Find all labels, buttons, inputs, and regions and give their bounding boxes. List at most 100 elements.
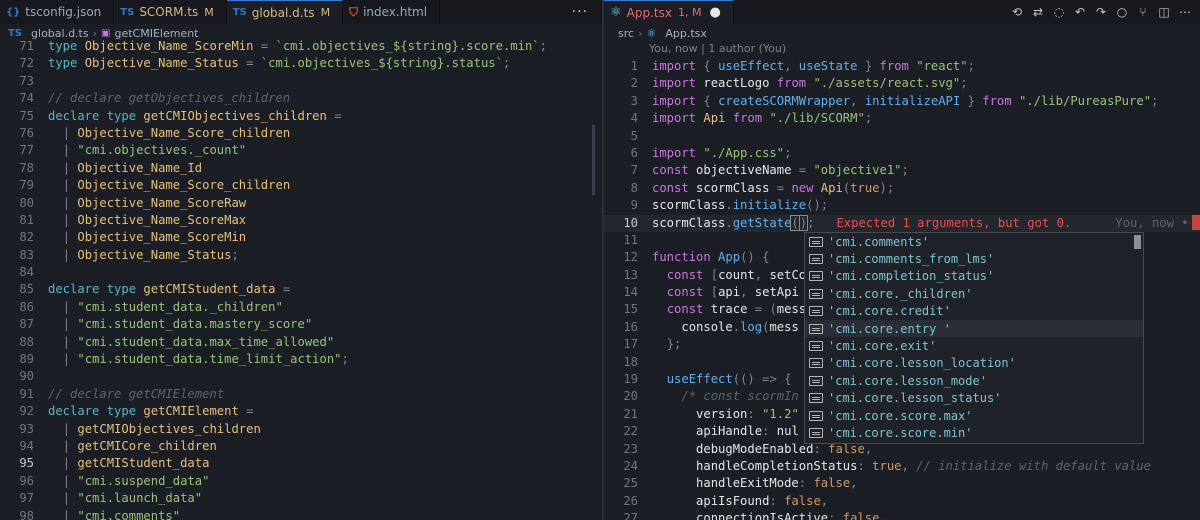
suggestion-item[interactable]: 'cmi.core.lesson_mode' [805, 372, 1143, 389]
code-line[interactable]: 10 scormClass.getState(); Expected 1 argum… [604, 214, 1200, 232]
breadcrumb-file[interactable]: App.tsx [665, 27, 707, 40]
code-line[interactable]: 76 | Objective_Name_Score_children [0, 125, 602, 142]
tab-scorm-ts[interactable]: TS SCORM.ts M [114, 0, 227, 24]
code-line[interactable]: 71 type Objective_Name_ScoreMin = `cmi.ob… [0, 38, 602, 55]
code-line[interactable]: 86 | "cmi.student_data._children" [0, 299, 602, 316]
ts-config-icon: {} [6, 6, 21, 18]
suggestion-label: 'cmi.core.credit' [828, 304, 951, 319]
code-line[interactable]: 83 | Objective_Name_Status; [0, 247, 602, 264]
more-actions-icon[interactable]: ··· [558, 0, 602, 24]
split-editor-icon[interactable]: ◫ [1157, 5, 1171, 19]
code-line[interactable]: 96 | "cmi.suspend_data" [0, 473, 602, 490]
code-line[interactable]: 25 handleExitMode: false, [604, 475, 1200, 492]
code-line[interactable]: 8 const scormClass = new Api(true); [604, 180, 1200, 197]
code-line[interactable]: 92 declare type getCMIElement = [0, 403, 602, 420]
code-line[interactable]: 82 | Objective_Name_ScoreMin [0, 229, 602, 246]
suggestion-item[interactable]: 'cmi.core.lesson_status' [805, 390, 1143, 407]
code-line[interactable]: 79 | Objective_Name_Score_children [0, 177, 602, 194]
code-line[interactable]: 97 | "cmi.launch_data" [0, 490, 602, 507]
go-forward-icon[interactable]: ↷ [1094, 5, 1108, 19]
line-text: declare type getCMIObjectives_children = [48, 108, 342, 123]
code-line[interactable]: 75 declare type getCMIObjectives_children… [0, 108, 602, 125]
suggestion-item[interactable]: 'cmi.core.exit' [805, 337, 1143, 354]
circle-icon[interactable]: ○ [1115, 5, 1129, 19]
unsaved-dot-icon[interactable]: ● [709, 5, 720, 20]
code-line[interactable]: 91 // declare getCMIElement [0, 386, 602, 403]
more-icon[interactable]: ⋯ [1178, 5, 1192, 19]
code-line[interactable]: 93 | getCMIObjectives_children [0, 421, 602, 438]
suggestion-item[interactable]: 'cmi.comments_from_lms' [805, 250, 1143, 267]
suggestion-item[interactable]: 'cmi.core.score.min' [805, 424, 1143, 441]
code-line[interactable]: 1 import { useEffect, useState } from "re… [604, 58, 1200, 75]
git-compare-icon[interactable]: ⇄ [1031, 5, 1045, 19]
code-line[interactable]: 78 | Objective_Name_Id [0, 160, 602, 177]
code-line[interactable]: 84 [0, 264, 602, 281]
code-line[interactable]: 74 // declare getObjectives_children [0, 90, 602, 107]
scrollbar[interactable] [592, 125, 595, 195]
code-line[interactable]: 5 [604, 128, 1200, 145]
codelens-author[interactable]: You, now | 1 author (You) [649, 42, 786, 55]
code-line[interactable]: 87 | "cmi.student_data.mastery_score" [0, 316, 602, 333]
line-text: | Objective_Name_Score_children [62, 125, 291, 140]
tab-tsconfig-json[interactable]: {} tsconfig.json [0, 0, 115, 24]
line-number: 98 [19, 508, 34, 520]
line-number: 90 [19, 369, 34, 384]
suggestion-item[interactable]: 'cmi.comments' [805, 233, 1143, 250]
code-line[interactable]: 85 declare type getCMIStudent_data = [0, 281, 602, 298]
line-number: 71 [19, 39, 34, 53]
git-blame-annotation: You, now • Un [1115, 215, 1200, 230]
left-editor-pane[interactable]: {} tsconfig.json TS SCORM.ts M TS global.d.ts M… [0, 0, 602, 520]
code-line[interactable]: 72 type Objective_Name_Status = `cmi.obje… [0, 55, 602, 72]
line-number: 4 [630, 111, 638, 126]
line-number: 8 [630, 180, 638, 195]
code-editor[interactable]: 71 type Objective_Name_ScoreMin = `cmi.ob… [0, 38, 602, 520]
code-line[interactable]: 3 import { createSCORMWrapper, initialize… [604, 93, 1200, 110]
enum-member-icon [809, 427, 823, 438]
suggestion-item[interactable]: 'cmi.core.credit' [805, 303, 1143, 320]
suggestion-item[interactable]: 'cmi.core.score.max' [805, 407, 1143, 424]
suggestion-item[interactable]: 'cmi.core.entry ' [805, 319, 1143, 338]
code-line[interactable]: 9 scormClass.initialize(); [604, 197, 1200, 214]
go-back-icon[interactable]: ↶ [1073, 5, 1087, 19]
symbol-icon: ▣ [101, 27, 111, 39]
react-icon: ⚛ [646, 26, 657, 40]
enum-member-icon [809, 306, 823, 317]
code-line[interactable]: 4 import Api from "./lib/SCORM"; [604, 110, 1200, 127]
line-text: import reactLogo from "./assets/react.sv… [652, 76, 968, 91]
suggestion-item[interactable]: 'cmi.core._children' [805, 285, 1143, 302]
suggestion-label: 'cmi.core._children' [828, 286, 973, 301]
suggestion-scrollbar[interactable] [1134, 235, 1141, 249]
tab-app-tsx[interactable]: ⚛ App.tsx 1, M ● [604, 0, 734, 24]
code-line[interactable]: 77 | "cmi.objectives._count" [0, 142, 602, 159]
code-line[interactable]: 98 | "cmi.comments" [0, 508, 602, 520]
code-line[interactable]: 2 import reactLogo from "./assets/react.s… [604, 75, 1200, 92]
code-line[interactable]: 81 | Objective_Name_ScoreMax [0, 212, 602, 229]
tab-index-html[interactable]: ⛉ index.html [343, 0, 441, 24]
code-line[interactable]: 6 import "./App.css"; [604, 145, 1200, 162]
code-line[interactable]: 95 | getCMIStudent_data [0, 455, 602, 472]
suggestion-widget[interactable]: 'cmi.comments' 'cmi.comments_from_lms' 'cm… [804, 232, 1144, 444]
code-line[interactable]: 90 [0, 368, 602, 385]
history-icon[interactable]: ⟲ [1010, 5, 1024, 19]
suggestion-item[interactable]: 'cmi.completion_status' [805, 268, 1143, 285]
code-line[interactable]: 27 connectionIsActive: false, [604, 510, 1200, 520]
tab-global-d-ts[interactable]: TS global.d.ts M [226, 0, 344, 24]
breadcrumb-folder[interactable]: src [618, 27, 634, 40]
code-line[interactable]: 24 handleCompletionStatus: true, // init… [604, 458, 1200, 475]
ts-icon: TS [120, 6, 135, 18]
code-line[interactable]: 89 | "cmi.student_data.time_limit_action… [0, 351, 602, 368]
code-line[interactable]: 7 const objectiveName = "objective1"; [604, 162, 1200, 179]
code-line[interactable]: 73 [0, 73, 602, 90]
suggestion-label: 'cmi.comments_from_lms' [828, 252, 995, 267]
code-line[interactable]: 88 | "cmi.student_data.max_time_allowed" [0, 334, 602, 351]
code-line[interactable]: 94 | getCMICore_children [0, 438, 602, 455]
code-line[interactable]: 26 apiIsFound: false, [604, 493, 1200, 510]
comment-icon[interactable]: ◌ [1052, 5, 1066, 19]
line-number: 76 [19, 125, 34, 140]
code-line[interactable]: 80 | Objective_Name_ScoreRaw [0, 195, 602, 212]
tab-label: tsconfig.json [25, 5, 102, 19]
suggestion-item[interactable]: 'cmi.core.lesson_location' [805, 355, 1143, 372]
line-number: 11 [623, 232, 638, 247]
git-branch-icon[interactable]: ⑂ [1136, 5, 1150, 19]
line-number: 73 [19, 73, 34, 88]
